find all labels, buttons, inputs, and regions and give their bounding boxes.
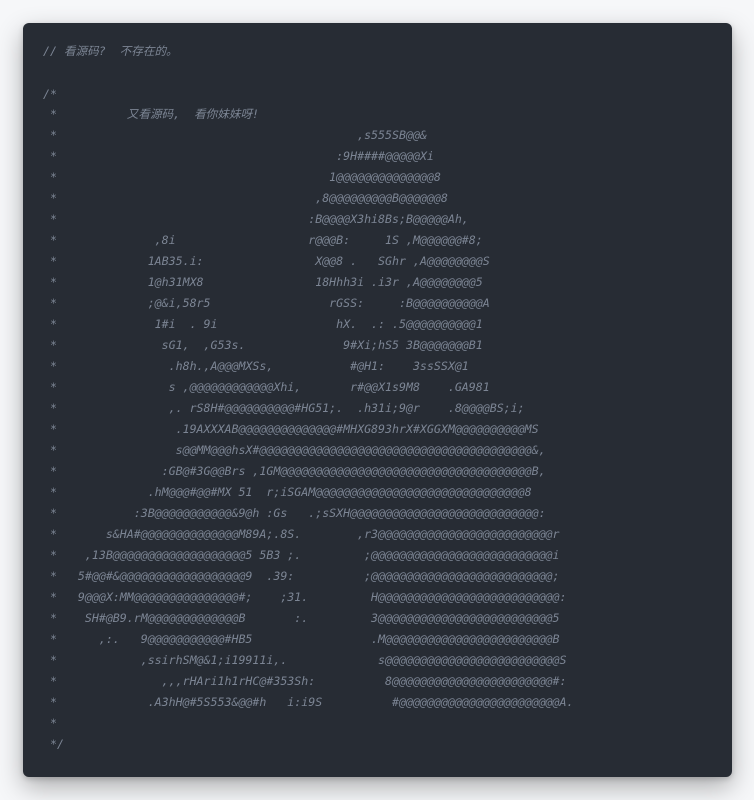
code-block[interactable]: // 看源码? 不存在的。 /* * 又看源码, 看你妹妹呀! * ,s555SB… (23, 23, 732, 777)
code-line: * 1AB35.i: X@@8 . SGhr ,A@@@@@@@@S (43, 254, 490, 268)
code-line: * ,s555SB@@& (43, 128, 427, 142)
code-line: * ,13B@@@@@@@@@@@@@@@@@@@5 5B3 ;. ;@@@@@… (43, 548, 560, 562)
code-line: * 1#i . 9i hX. .: .5@@@@@@@@@@1 (43, 317, 483, 331)
code-line: * .A3hH@#5S553&@@#h i:i9S #@@@@@@@@@@@@@… (43, 695, 574, 709)
code-line: * (43, 716, 57, 730)
code-line: * 9@@@X:MM@@@@@@@@@@@@@@@#; ;31. H@@@@@@… (43, 590, 567, 604)
code-line: * ,8i r@@@B: 1S ,M@@@@@@#8; (43, 233, 483, 247)
code-line: * 1@@@@@@@@@@@@@@8 (43, 170, 441, 184)
code-line: * ,:. 9@@@@@@@@@@@#HB5 .M@@@@@@@@@@@@@@@… (43, 632, 560, 646)
code-line: /* (43, 87, 57, 101)
code-line: * ,8@@@@@@@@@B@@@@@@8 (43, 191, 448, 205)
code-line: * ;@&i,58r5 rGSS: :B@@@@@@@@@@A (43, 296, 490, 310)
code-line: * s@@MM@@@hsX#@@@@@@@@@@@@@@@@@@@@@@@@@@… (43, 443, 546, 457)
code-line: * :3B@@@@@@@@@@@&9@h :Gs .;sSXH@@@@@@@@@… (43, 506, 546, 520)
code-line: */ (43, 737, 64, 751)
code-line: * .19AXXXAB@@@@@@@@@@@@@@#MHXG893hrX#XGG… (43, 422, 539, 436)
header-comment-line: // 看源码? 不存在的。 (43, 44, 178, 58)
code-line: * SH#@B9.rM@@@@@@@@@@@@@B :. 3@@@@@@@@@@… (43, 611, 560, 625)
code-line: * :B@@@@X3hi8Bs;B@@@@@Ah, (43, 212, 469, 226)
code-line: * s&HA#@@@@@@@@@@@@@@M89A;.8S. ,r3@@@@@@… (43, 527, 560, 541)
code-line: * ,. rS8H#@@@@@@@@@@#HG51;. .h31i;9@r .8… (43, 401, 525, 415)
code-line: * 又看源码, 看你妹妹呀! (43, 107, 260, 121)
code-line: * .h8h.,A@@@MXSs, #@H1: 3ssSSX@1 (43, 359, 469, 373)
code-line: * :GB@#3G@@Brs ,1GM@@@@@@@@@@@@@@@@@@@@@… (43, 464, 546, 478)
code-line: * .hM@@@#@@#MX 51 r;iSGAM@@@@@@@@@@@@@@@… (43, 485, 532, 499)
code-line: * 1@h31MX8 18Hhh3i .i3r ,A@@@@@@@@5 (43, 275, 483, 289)
code-line: * 5#@@#&@@@@@@@@@@@@@@@@@@9 .39: ;@@@@@@… (43, 569, 560, 583)
code-line: * s ,@@@@@@@@@@@@Xhi, r#@@X1s9M8 .GA981 (43, 380, 490, 394)
code-window: // 看源码? 不存在的。 /* * 又看源码, 看你妹妹呀! * ,s555SB… (23, 23, 732, 777)
code-line: * :9H####@@@@@Xi (43, 149, 434, 163)
code-line: * sG1, ,G53s. 9#Xi;hS5 3B@@@@@@@B1 (43, 338, 483, 352)
code-line: * ,ssirhSM@&1;i19911i,. s@@@@@@@@@@@@@@@… (43, 653, 567, 667)
code-line: * ,,,rHAri1h1rHC@#353Sh: 8@@@@@@@@@@@@@@… (43, 674, 567, 688)
